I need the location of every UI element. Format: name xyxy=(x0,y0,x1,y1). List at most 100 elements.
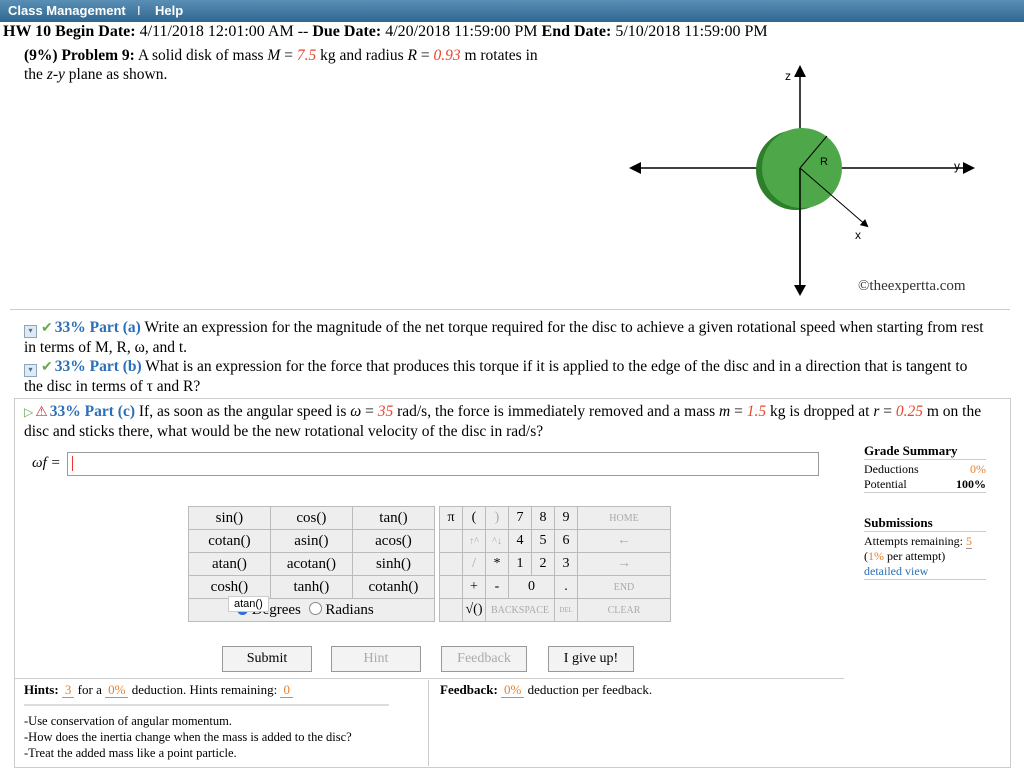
part-a[interactable]: ▾ ✔ 33% Part (a) Write an expression for t… xyxy=(24,318,984,357)
plus-button[interactable]: + xyxy=(462,575,486,599)
tanh-button[interactable]: tanh() xyxy=(269,575,353,599)
tan-button[interactable]: tan() xyxy=(351,506,436,530)
hints-label: Hints: xyxy=(24,682,59,697)
caret-up-button[interactable]: ↑^ xyxy=(462,529,486,553)
digit-7-button[interactable]: 7 xyxy=(508,506,532,530)
equals-sign: = xyxy=(284,47,293,64)
lparen-button[interactable]: ( xyxy=(462,506,486,530)
number-keypad: π ( ) 7 8 9 HOME ↑^ ^↓ 4 5 6 ← / * 1 2 3… xyxy=(439,506,671,622)
detailed-view-link[interactable]: detailed view xyxy=(864,564,986,580)
digit-0-button[interactable]: 0 xyxy=(508,575,555,599)
digit-9-button[interactable]: 9 xyxy=(554,506,578,530)
pi-button[interactable]: π xyxy=(439,506,463,530)
answer-input[interactable] xyxy=(67,452,819,476)
digit-5-button[interactable]: 5 xyxy=(531,529,555,553)
per-attempt-pct: 1% xyxy=(868,549,884,563)
sinh-button[interactable]: sinh() xyxy=(351,552,436,576)
part-c: ▷ ⚠ 33% Part (c) If, as soon as the angula… xyxy=(24,402,984,441)
part-c-header: 33% Part (c) xyxy=(49,403,136,420)
multiply-button[interactable]: * xyxy=(485,552,509,576)
equals-sign: = xyxy=(883,403,892,420)
digit-4-button[interactable]: 4 xyxy=(508,529,532,553)
hw-title: HW 10 xyxy=(3,23,52,40)
acotan-button[interactable]: acotan() xyxy=(269,552,353,576)
tooltip: atan() xyxy=(228,596,269,612)
part-b-text: What is an expression for the force that… xyxy=(24,358,968,395)
digit-3-button[interactable]: 3 xyxy=(554,552,578,576)
cotanh-button[interactable]: cotanh() xyxy=(351,575,436,599)
minus-button[interactable]: - xyxy=(485,575,509,599)
hints-summary: Hints: 3 for a 0% deduction. Hints remai… xyxy=(24,682,293,698)
acos-button[interactable]: acos() xyxy=(351,529,436,553)
caret-down-button[interactable]: ^↓ xyxy=(485,529,509,553)
digit-2-button[interactable]: 2 xyxy=(531,552,555,576)
x-label: x xyxy=(855,228,861,242)
watermark: ©theexpertta.com xyxy=(858,278,966,294)
submissions-title: Submissions xyxy=(864,515,986,532)
left-arrow-button[interactable]: ← xyxy=(577,529,671,553)
hint-button[interactable]: Hint xyxy=(331,646,421,672)
blank-key xyxy=(439,598,463,622)
right-arrow-button[interactable]: → xyxy=(577,552,671,576)
potential-value: 100% xyxy=(956,477,986,491)
cos-button[interactable]: cos() xyxy=(269,506,353,530)
asin-button[interactable]: asin() xyxy=(269,529,353,553)
hw-dates-line: HW 10 Begin Date: 4/11/2018 12:01:00 AM … xyxy=(3,23,768,41)
part-c-text: If, as soon as the angular speed is xyxy=(138,403,347,420)
digit-1-button[interactable]: 1 xyxy=(508,552,532,576)
decimal-button[interactable]: . xyxy=(554,575,578,599)
submit-button[interactable]: Submit xyxy=(222,646,312,672)
end-date: 5/10/2018 11:59:00 PM xyxy=(615,23,768,40)
clear-button[interactable]: CLEAR xyxy=(577,598,671,622)
blank-key xyxy=(439,529,463,553)
divide-button[interactable]: / xyxy=(462,552,486,576)
digit-6-button[interactable]: 6 xyxy=(554,529,578,553)
cotan-button[interactable]: cotan() xyxy=(188,529,271,553)
sin-button[interactable]: sin() xyxy=(188,506,271,530)
attempts-value: 5 xyxy=(965,534,972,549)
disk xyxy=(762,128,842,208)
z-label: z xyxy=(785,69,791,83)
digit-8-button[interactable]: 8 xyxy=(531,506,555,530)
problem-text: kg and radius xyxy=(320,47,404,64)
end-button[interactable]: END xyxy=(577,575,671,599)
radians-radio[interactable] xyxy=(308,601,322,615)
radius-label: R xyxy=(820,156,828,168)
grade-summary-title: Grade Summary xyxy=(864,443,986,460)
angle-mode-row: Degrees Radians xyxy=(188,598,435,622)
give-up-button[interactable]: I give up! xyxy=(548,646,634,672)
feedback-button[interactable]: Feedback xyxy=(441,646,527,672)
radius-symbol: R xyxy=(407,47,417,64)
rparen-button[interactable]: ) xyxy=(485,506,509,530)
home-button[interactable]: HOME xyxy=(577,506,671,530)
del-button[interactable]: DEL xyxy=(554,598,578,622)
potential-row: Potential 100% xyxy=(864,477,986,493)
part-b-header[interactable]: 33% Part (b) xyxy=(55,358,142,375)
problem-header: (9%) Problem 9: xyxy=(24,47,135,64)
play-triangle-icon[interactable]: ▷ xyxy=(24,405,33,419)
feedback-label: Feedback: xyxy=(440,682,498,697)
part-c-text: rad/s, the force is immediately removed … xyxy=(397,403,716,420)
begin-date-label: Begin Date: xyxy=(55,23,136,40)
part-b[interactable]: ▾ ✔ 33% Part (b) What is an expression for… xyxy=(24,357,984,396)
sqrt-button[interactable]: √() xyxy=(462,598,486,622)
omega-value: 35 xyxy=(377,403,394,420)
expand-icon[interactable]: ▾ xyxy=(24,325,37,338)
attempts-row: Attempts remaining: 5 xyxy=(864,534,986,549)
divider xyxy=(10,309,1010,310)
radians-label[interactable]: Radians xyxy=(325,602,373,618)
backspace-button[interactable]: BACKSPACE xyxy=(485,598,555,622)
checkmark-icon: ✔ xyxy=(41,360,53,375)
per-attempt-row: (1% per attempt) xyxy=(864,549,986,564)
atan-button[interactable]: atan() xyxy=(188,552,271,576)
mass-symbol: M xyxy=(267,47,281,64)
part-a-header[interactable]: 33% Part (a) xyxy=(55,319,141,336)
expand-icon[interactable]: ▾ xyxy=(24,364,37,377)
hints-text: deduction. Hints remaining: xyxy=(131,682,278,697)
end-date-label: End Date: xyxy=(541,23,612,40)
function-keypad: sin() cos() tan() cotan() asin() acos() … xyxy=(188,506,436,622)
menu-class-management[interactable]: Class Management xyxy=(8,3,126,18)
hints-remaining: 0 xyxy=(280,682,293,698)
menu-help[interactable]: Help xyxy=(155,3,183,18)
dates-dash: -- xyxy=(297,23,309,40)
